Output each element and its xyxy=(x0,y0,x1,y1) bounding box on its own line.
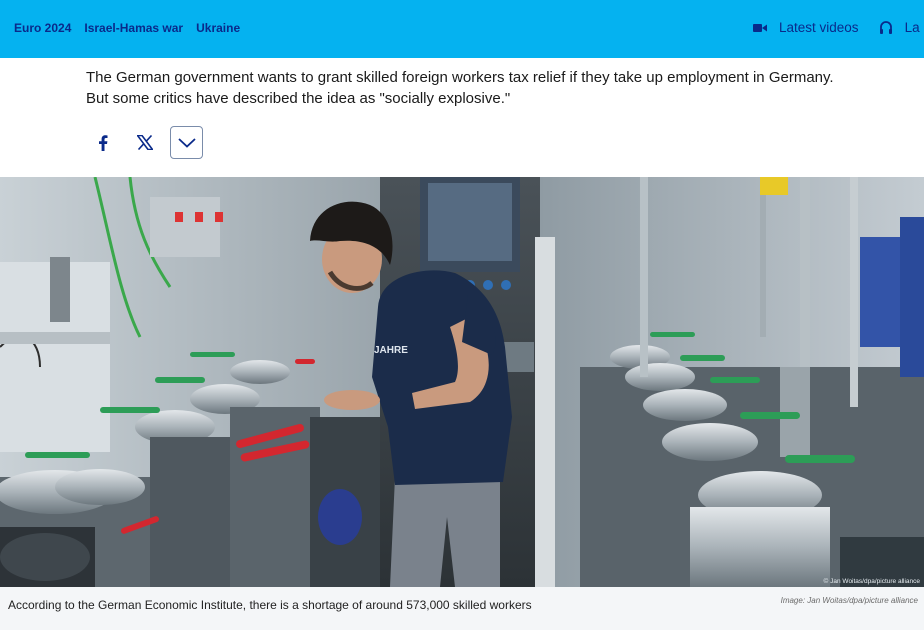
share-more-button[interactable] xyxy=(170,126,203,159)
share-x-button[interactable] xyxy=(128,126,161,159)
headphones-icon xyxy=(879,21,892,34)
share-facebook-button[interactable] xyxy=(86,126,119,159)
latest-audio-label: La xyxy=(904,20,920,35)
nav-link-ukraine[interactable]: Ukraine xyxy=(196,21,240,35)
image-caption-bar: According to the German Economic Institu… xyxy=(0,587,924,630)
latest-videos-link[interactable]: Latest videos xyxy=(753,20,859,35)
nav-link-euro-2024[interactable]: Euro 2024 xyxy=(14,21,71,35)
top-nav-bar: Euro 2024 Israel-Hamas war Ukraine Lates… xyxy=(0,0,924,58)
shirt-text: JAHRE xyxy=(374,345,408,356)
chevron-down-icon xyxy=(177,137,196,148)
facebook-icon xyxy=(98,134,107,151)
video-camera-icon xyxy=(753,23,767,32)
image-credit: Image: Jan Woitas/dpa/picture alliance xyxy=(780,596,918,605)
factory-worker-photo: JAHRE © Jan Woitas/dpa/picture alliance xyxy=(0,177,924,587)
article-teaser: The German government wants to grant ski… xyxy=(86,69,834,107)
image-caption: According to the German Economic Institu… xyxy=(8,598,532,612)
latest-audio-link[interactable]: La xyxy=(879,20,920,35)
topic-links: Euro 2024 Israel-Hamas war Ukraine xyxy=(14,21,240,35)
x-icon xyxy=(136,135,153,150)
latest-videos-label: Latest videos xyxy=(779,20,859,35)
photo-overlay-credit: © Jan Woitas/dpa/picture alliance xyxy=(824,577,921,585)
article-image: JAHRE © Jan Woitas/dpa/picture alliance xyxy=(0,177,924,587)
share-bar xyxy=(86,126,212,159)
nav-link-israel-hamas-war[interactable]: Israel-Hamas war xyxy=(84,21,183,35)
media-links: Latest videos La xyxy=(753,20,924,35)
